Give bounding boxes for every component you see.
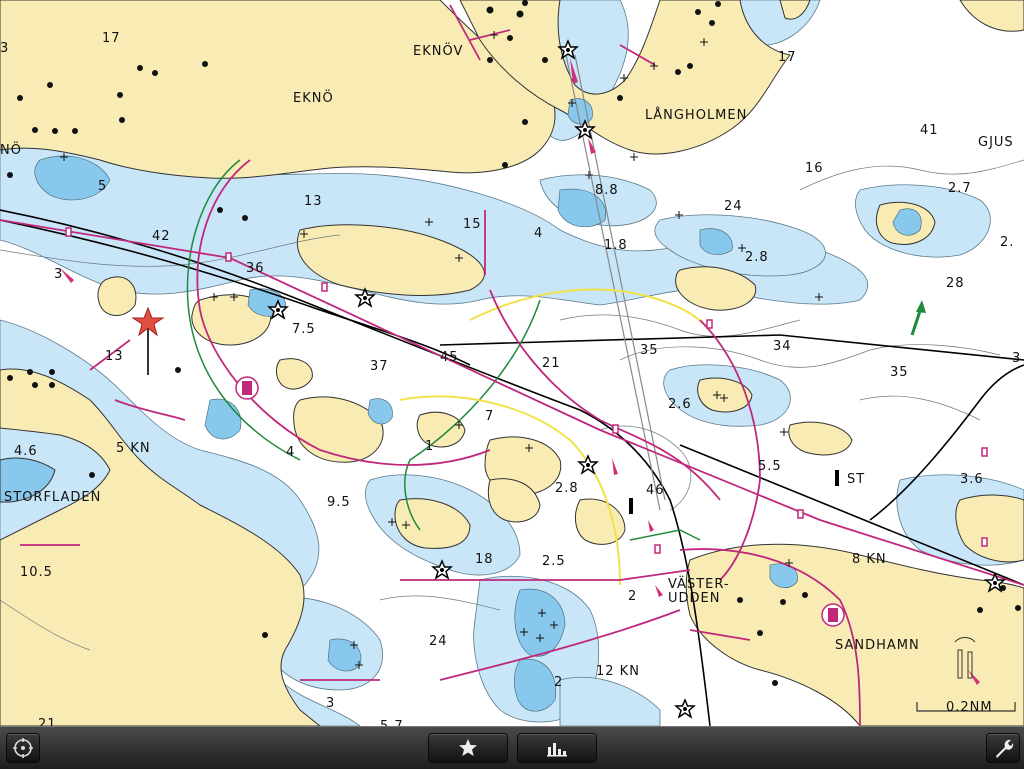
depth-label: 2.5 — [542, 554, 566, 569]
depth-label: 28 — [946, 276, 965, 291]
favorites-button[interactable] — [428, 733, 508, 763]
depth-label: 35 — [890, 365, 909, 380]
depth-label: 5 KN — [116, 441, 151, 456]
depth-label: 13 — [304, 194, 323, 209]
depth-label: 2.6 — [668, 397, 692, 412]
depth-label: 3 — [326, 696, 336, 711]
depth-label: 34 — [773, 339, 792, 354]
place-name: GJUS — [978, 135, 1014, 150]
depth-label: 17 — [102, 31, 121, 46]
depth-label: 2. — [1000, 235, 1015, 250]
depth-label: ST — [847, 472, 866, 487]
crosshair-icon — [13, 738, 33, 758]
depth-label: 16 — [805, 161, 824, 176]
depth-label: 2.7 — [948, 181, 972, 196]
scale-bar-label: 0.2NM — [946, 700, 993, 715]
depth-label: 46 — [646, 483, 665, 498]
wrench-icon — [996, 739, 1014, 758]
bottom-toolbar — [0, 726, 1024, 769]
settings-button[interactable] — [986, 733, 1020, 763]
depth-label: 1 — [425, 439, 435, 454]
depth-label: 24 — [429, 634, 448, 649]
depth-label: 4 — [286, 445, 296, 460]
bar-chart-icon — [547, 743, 567, 757]
depth-label: 35 — [640, 343, 659, 358]
depth-label: 2 — [554, 675, 564, 690]
place-name: EKNÖV — [413, 44, 464, 59]
depth-label: 1.8 — [604, 238, 628, 253]
depth-label: 2.8 — [745, 250, 769, 265]
depth-label: 3 — [0, 41, 10, 56]
depth-label: 5.5 — [758, 459, 782, 474]
depth-label: 18 — [475, 552, 494, 567]
depth-label: 5 — [98, 179, 108, 194]
depth-label: 2.8 — [555, 481, 579, 496]
depth-label: 21 — [542, 356, 561, 371]
graph-button[interactable] — [517, 733, 597, 763]
depth-label: 15 — [463, 217, 482, 232]
depth-label: 3 — [1012, 351, 1022, 366]
place-name: EKNÖ — [293, 91, 334, 106]
depth-label: 4.6 — [14, 444, 38, 459]
depth-label: 2 — [628, 589, 638, 604]
place-name: SANDHAMN — [835, 638, 920, 653]
depth-label: 12 KN — [596, 664, 640, 679]
depth-label: 17 — [778, 50, 797, 65]
depth-label: 10.5 — [20, 565, 53, 580]
depth-label: 45 — [440, 350, 459, 365]
depth-label: 13 — [105, 349, 124, 364]
depth-label: 8 KN — [852, 552, 887, 567]
depth-label: 9.5 — [327, 495, 351, 510]
depth-label: 37 — [370, 359, 389, 374]
place-name: NÖ — [0, 143, 22, 158]
depth-label: 4 — [534, 226, 544, 241]
depth-label: 36 — [246, 261, 265, 276]
depth-label: 3.6 — [960, 472, 984, 487]
location-button[interactable] — [6, 733, 40, 763]
depth-label: 3 — [54, 267, 64, 282]
depth-label: 8.8 — [595, 183, 619, 198]
depth-label: 7.5 — [292, 322, 316, 337]
depth-label: 24 — [724, 199, 743, 214]
depth-label: 41 — [920, 123, 939, 138]
star-icon — [459, 739, 477, 756]
depth-label: 42 — [152, 229, 171, 244]
place-name: STORFLADEN — [4, 490, 102, 505]
depth-label: 7 — [485, 409, 495, 424]
place-name: VÄSTER- — [668, 577, 730, 592]
place-name: UDDEN — [668, 591, 721, 606]
place-name: LÅNGHOLMEN — [645, 108, 748, 123]
